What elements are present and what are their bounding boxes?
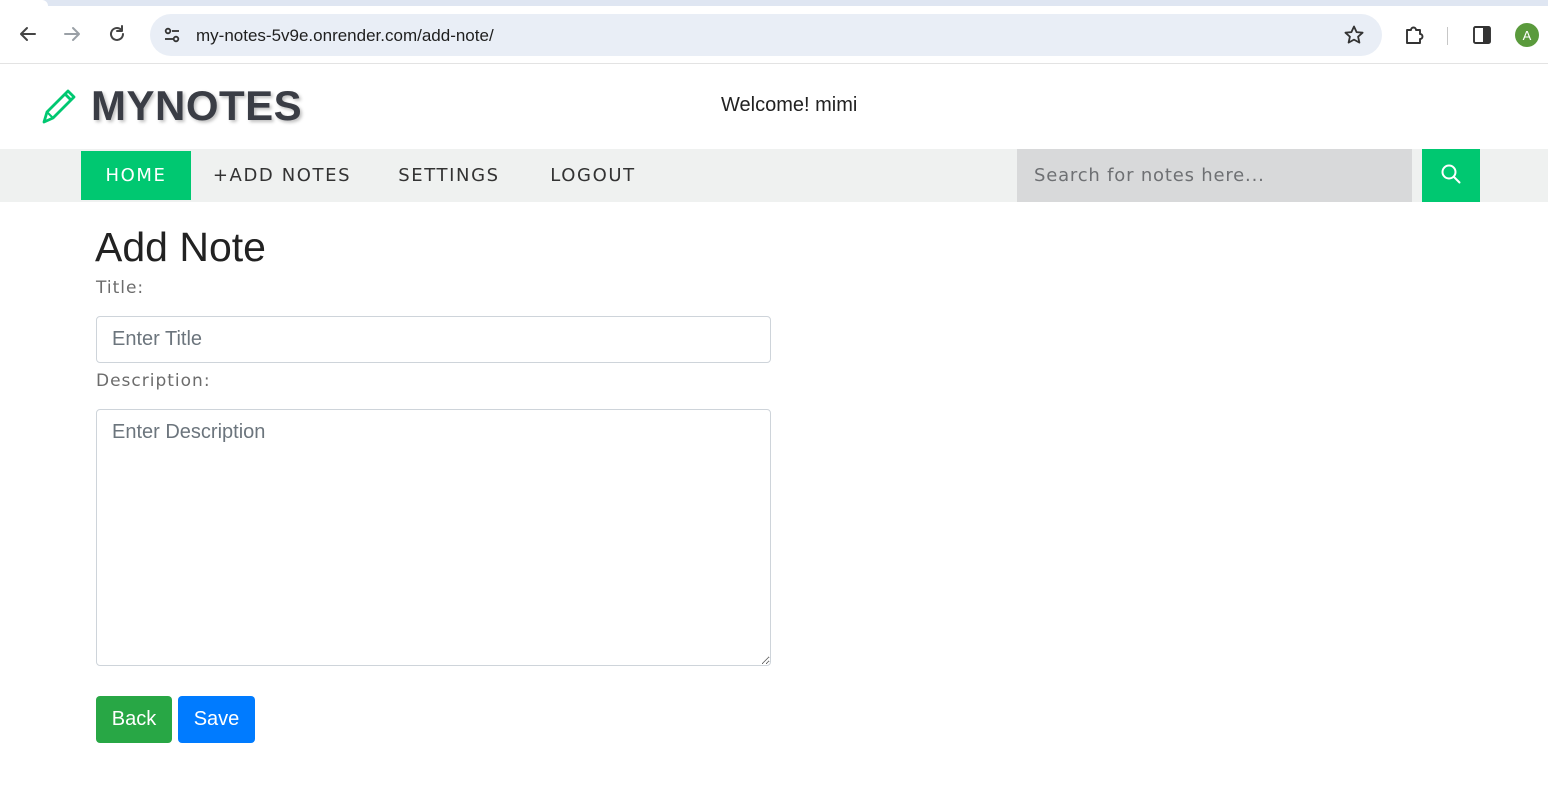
welcome-message: Welcome! mimi [721, 94, 858, 116]
title-label: Title: [96, 278, 145, 298]
bookmark-star-icon[interactable] [1342, 23, 1366, 47]
address-bar[interactable]: my-notes-5v9e.onrender.com/add-note/ [150, 14, 1382, 56]
title-input[interactable] [96, 316, 771, 363]
description-label: Description: [96, 371, 211, 391]
browser-toolbar: my-notes-5v9e.onrender.com/add-note/ A [0, 6, 1548, 64]
extensions-icon[interactable] [1402, 22, 1428, 48]
search-button[interactable] [1422, 149, 1480, 202]
site-settings-icon[interactable] [160, 23, 184, 47]
save-button[interactable]: Save [178, 696, 255, 743]
toolbar-divider [1447, 27, 1448, 45]
page-title: Add Note [95, 224, 266, 270]
back-button[interactable]: Back [96, 696, 172, 743]
nav-home[interactable]: HOME [81, 151, 191, 200]
nav-add-notes[interactable]: +ADD NOTES [206, 151, 358, 200]
search-icon [1440, 163, 1462, 188]
nav-settings[interactable]: SETTINGS [388, 151, 510, 200]
search-input[interactable] [1017, 149, 1412, 202]
forward-arrow-icon[interactable] [56, 18, 88, 50]
side-panel-icon[interactable] [1470, 23, 1494, 47]
pencil-icon [38, 84, 82, 128]
site-logo[interactable]: MYNOTES [91, 82, 302, 130]
site-header: MYNOTES Welcome! mimi [0, 65, 1548, 149]
nav-logout[interactable]: LOGOUT [541, 151, 645, 200]
url-text: my-notes-5v9e.onrender.com/add-note/ [196, 26, 494, 45]
reload-icon[interactable] [101, 18, 133, 50]
description-textarea[interactable] [96, 409, 771, 666]
back-arrow-icon[interactable] [12, 18, 44, 50]
profile-avatar[interactable]: A [1515, 23, 1539, 47]
main-navbar: HOME +ADD NOTES SETTINGS LOGOUT [0, 149, 1548, 202]
